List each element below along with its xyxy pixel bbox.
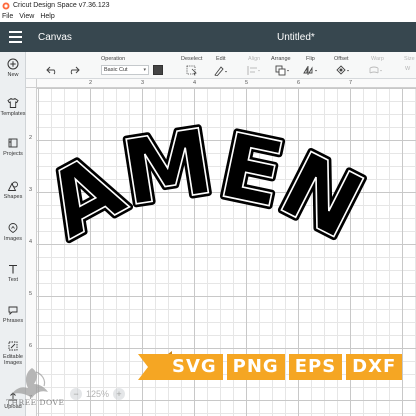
ruler-top-tick: 6 — [297, 80, 301, 86]
ruler-top-tick: 7 — [349, 80, 353, 86]
plus-circle-icon — [7, 58, 19, 70]
ruler-left-tick: 6 — [29, 343, 33, 349]
ruler-top-tick: 4 — [193, 80, 197, 86]
projects-icon — [8, 138, 18, 148]
operation-color-swatch[interactable] — [153, 65, 163, 75]
hamburger-menu-icon[interactable] — [0, 22, 30, 52]
operation-label: Operation — [101, 56, 126, 62]
operation-value: Basic Cut — [104, 67, 128, 73]
warp-label: Warp — [371, 56, 384, 62]
menu-view[interactable]: View — [19, 13, 34, 20]
edit-toolbar: Operation Basic Cut ▾ Deselect Edit Alig… — [26, 52, 416, 79]
sidebar-item-projects[interactable]: Projects — [0, 137, 26, 157]
sidebar-item-label: Text — [7, 277, 19, 283]
size-label: Size — [404, 56, 415, 62]
app-window: Cricut Design Space v7.36.123 File View … — [0, 0, 416, 416]
ruler-top: 2 3 4 5 6 7 — [37, 79, 416, 88]
deselect-label: Deselect — [181, 56, 203, 62]
undo-icon[interactable] — [46, 65, 58, 75]
ruler-left-tick: 4 — [29, 239, 33, 245]
format-badge-dxf: DXF — [346, 354, 403, 380]
redo-icon[interactable] — [68, 65, 80, 75]
ruler-left-tick: 5 — [29, 291, 33, 297]
arrange-label: Arrange — [271, 56, 291, 62]
zoom-control: − 125% + — [42, 388, 126, 400]
window-title: Cricut Design Space v7.36.123 — [13, 2, 110, 9]
chevron-down-icon: ▾ — [143, 67, 146, 73]
title-bar: Cricut Design Space v7.36.123 — [0, 0, 416, 11]
size-width-label: W — [405, 66, 411, 72]
shirt-icon — [7, 97, 19, 108]
warp-icon — [369, 66, 382, 74]
sidebar-item-templates[interactable]: Templates — [0, 97, 26, 117]
offset-icon[interactable] — [336, 65, 352, 76]
sidebar-item-label: New — [7, 72, 19, 78]
ruler-corner — [26, 79, 37, 88]
ruler-top-tick: 3 — [141, 80, 145, 86]
format-banner: SVG PNG EPS DXF — [138, 350, 416, 384]
document-title[interactable]: Untitled* — [277, 32, 315, 43]
deselect-icon[interactable] — [186, 65, 198, 76]
sidebar-item-text[interactable]: Text — [0, 263, 26, 283]
ruler-left-tick: 2 — [29, 135, 33, 141]
edit-label: Edit — [216, 56, 226, 62]
edit-icon[interactable] — [213, 65, 229, 76]
arrange-icon[interactable] — [275, 65, 291, 76]
app-logo-icon — [2, 2, 10, 9]
app-header: Canvas Untitled* — [0, 22, 416, 52]
offset-label: Offset — [334, 56, 349, 62]
editable-images-icon — [8, 341, 18, 351]
shapes-icon — [7, 181, 18, 191]
phrases-icon — [8, 306, 18, 316]
sidebar-item-new[interactable]: New — [0, 58, 26, 78]
images-icon — [8, 223, 18, 234]
align-label: Align — [248, 56, 261, 62]
sidebar-item-label: Shapes — [3, 194, 23, 200]
sidebar-item-label: Templates — [0, 111, 26, 117]
sidebar-item-phrases[interactable]: Phrases — [0, 304, 26, 324]
operation-select[interactable]: Basic Cut ▾ — [101, 65, 149, 75]
menu-help[interactable]: Help — [40, 13, 54, 20]
sidebar-item-label: Images — [3, 236, 23, 242]
sidebar-item-images[interactable]: Images — [0, 222, 26, 242]
format-badge-svg: SVG — [166, 354, 223, 380]
flip-icon[interactable] — [303, 65, 319, 76]
text-icon — [9, 264, 17, 274]
ruler-left-tick: 3 — [29, 187, 33, 193]
format-badges: SVG PNG EPS DXF — [166, 354, 403, 380]
section-title: Canvas — [38, 31, 72, 43]
format-badge-eps: EPS — [288, 354, 343, 380]
format-badge-png: PNG — [226, 354, 285, 380]
ruler-top-tick: 2 — [89, 80, 93, 86]
zoom-out-button[interactable]: − — [70, 388, 82, 400]
ruler-top-tick: 5 — [245, 80, 249, 86]
menu-file[interactable]: File — [2, 13, 13, 20]
sidebar-item-label: Phrases — [2, 318, 24, 324]
sidebar-item-shapes[interactable]: Shapes — [0, 180, 26, 200]
menu-bar: File View Help — [0, 11, 416, 22]
zoom-level: 125% — [86, 389, 110, 399]
align-icon — [247, 66, 260, 75]
zoom-in-button[interactable]: + — [113, 388, 126, 400]
flip-label: Flip — [306, 56, 315, 62]
sidebar-item-label: Projects — [3, 151, 23, 157]
